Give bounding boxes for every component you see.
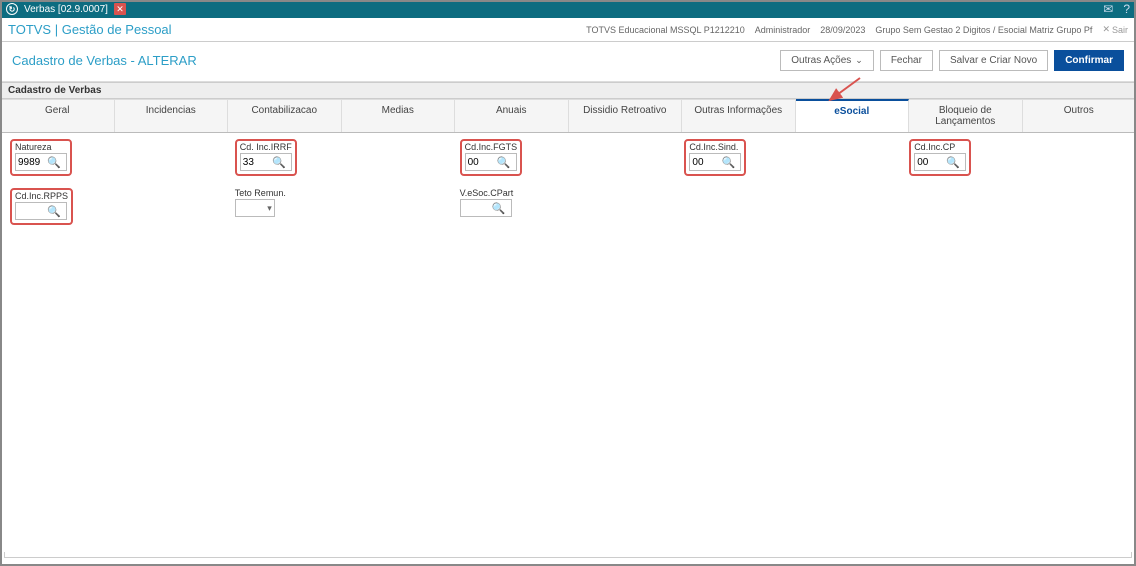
form-row-1: Natureza 🔍 Cd. Inc.IRRF 🔍 Cd.Inc.FGTS 🔍 xyxy=(0,133,1136,182)
field-vesoc-cpart[interactable]: 🔍 xyxy=(460,199,512,217)
tab-incidencias[interactable]: Incidencias xyxy=(115,99,229,132)
lookup-icon[interactable]: 🔍 xyxy=(491,202,507,215)
sind-input[interactable] xyxy=(690,156,720,169)
form-row-2: Cd.Inc.RPPS 🔍 Teto Remun. ▾ V.eSoc.CPart… xyxy=(0,182,1136,231)
chevron-down-icon: ⌄ xyxy=(855,55,863,65)
page-title: Cadastro de Verbas - ALTERAR xyxy=(12,53,197,68)
field-cd-inc-rpps[interactable]: 🔍 xyxy=(15,202,67,220)
tab-outros[interactable]: Outros xyxy=(1023,99,1136,132)
field-cp-highlight: Cd.Inc.CP 🔍 xyxy=(909,139,971,176)
field-natureza-highlight: Natureza 🔍 xyxy=(10,139,72,176)
help-icon[interactable]: ? xyxy=(1123,2,1130,16)
field-rpps-highlight: Cd.Inc.RPPS 🔍 xyxy=(10,188,73,225)
mail-icon[interactable]: ✉ xyxy=(1103,2,1113,16)
chevron-down-icon: ▾ xyxy=(267,203,272,214)
env-label: TOTVS Educacional MSSQL P1212210 xyxy=(586,25,745,35)
field-cd-inc-irrf[interactable]: 🔍 xyxy=(240,153,292,171)
field-vesoc-label: V.eSoc.CPart xyxy=(460,188,677,198)
field-cd-inc-cp[interactable]: 🔍 xyxy=(914,153,966,171)
app-header: TOTVS | Gestão de Pessoal TOTVS Educacio… xyxy=(0,18,1136,42)
page-subheader: Cadastro de Verbas - ALTERAR Outras Açõe… xyxy=(0,42,1136,82)
vesoc-input[interactable] xyxy=(461,202,491,215)
fgts-input[interactable] xyxy=(466,156,496,169)
tab-dissidio[interactable]: Dissidio Retroativo xyxy=(569,99,683,132)
brand-title: TOTVS | Gestão de Pessoal xyxy=(8,22,172,37)
field-teto-remun[interactable]: ▾ xyxy=(235,199,275,217)
lookup-icon[interactable]: 🔍 xyxy=(945,156,961,169)
tab-geral[interactable]: Geral xyxy=(0,99,115,132)
date-label: 28/09/2023 xyxy=(820,25,865,35)
lookup-icon[interactable]: 🔍 xyxy=(271,156,287,169)
exit-button[interactable]: ✕Sair xyxy=(1102,24,1128,35)
close-button[interactable]: Fechar xyxy=(880,50,933,71)
field-teto-label: Teto Remun. xyxy=(235,188,452,198)
cp-input[interactable] xyxy=(915,156,945,169)
lookup-icon[interactable]: 🔍 xyxy=(46,205,62,218)
field-cp-label: Cd.Inc.CP xyxy=(914,142,966,152)
field-irrf-label: Cd. Inc.IRRF xyxy=(240,142,292,152)
tab-outras-info[interactable]: Outras Informações xyxy=(682,99,796,132)
tab-bloqueio[interactable]: Bloqueio de Lançamentos xyxy=(909,99,1023,132)
field-fgts-highlight: Cd.Inc.FGTS 🔍 xyxy=(460,139,523,176)
field-sind-label: Cd.Inc.Sind. xyxy=(689,142,741,152)
field-natureza[interactable]: 🔍 xyxy=(15,153,67,171)
field-cd-inc-sind[interactable]: 🔍 xyxy=(689,153,741,171)
close-icon[interactable]: ✕ xyxy=(114,3,126,15)
app-logo-icon: ↻ xyxy=(6,3,18,15)
confirm-button[interactable]: Confirmar xyxy=(1054,50,1124,71)
tab-esocial[interactable]: eSocial xyxy=(796,99,910,132)
field-sind-highlight: Cd.Inc.Sind. 🔍 xyxy=(684,139,746,176)
other-actions-button[interactable]: Outras Ações⌄ xyxy=(780,50,874,71)
lookup-icon[interactable]: 🔍 xyxy=(496,156,512,169)
tab-medias[interactable]: Medias xyxy=(342,99,456,132)
section-label: Cadastro de Verbas xyxy=(0,82,1136,99)
lookup-icon[interactable]: 🔍 xyxy=(720,156,736,169)
natureza-input[interactable] xyxy=(16,156,46,169)
window-title: Verbas [02.9.0007] xyxy=(24,4,108,15)
footer-border xyxy=(4,552,1132,558)
group-label: Grupo Sem Gestao 2 Digitos / Esocial Mat… xyxy=(875,25,1092,35)
irrf-input[interactable] xyxy=(241,156,271,169)
field-fgts-label: Cd.Inc.FGTS xyxy=(465,142,518,152)
close-x-icon: ✕ xyxy=(1102,24,1110,35)
field-cd-inc-fgts[interactable]: 🔍 xyxy=(465,153,517,171)
tab-contabilizacao[interactable]: Contabilizacao xyxy=(228,99,342,132)
user-label: Administrador xyxy=(755,25,811,35)
lookup-icon[interactable]: 🔍 xyxy=(46,156,62,169)
tab-strip: Geral Incidencias Contabilizacao Medias … xyxy=(0,99,1136,133)
field-natureza-label: Natureza xyxy=(15,142,67,152)
tab-anuais[interactable]: Anuais xyxy=(455,99,569,132)
field-irrf-highlight: Cd. Inc.IRRF 🔍 xyxy=(235,139,297,176)
field-rpps-label: Cd.Inc.RPPS xyxy=(15,191,68,201)
save-and-new-button[interactable]: Salvar e Criar Novo xyxy=(939,50,1048,71)
rpps-input[interactable] xyxy=(16,205,46,218)
window-titlebar: ↻ Verbas [02.9.0007] ✕ ✉ ? xyxy=(0,0,1136,18)
